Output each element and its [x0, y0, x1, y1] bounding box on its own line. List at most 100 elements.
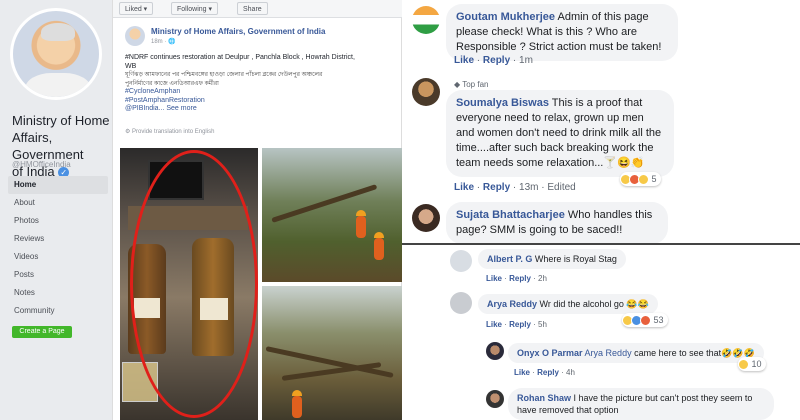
- reply-link[interactable]: Reply: [509, 274, 531, 283]
- liked-button[interactable]: Liked ▾: [119, 2, 154, 15]
- comment-author[interactable]: Soumalya Biswas: [456, 97, 549, 109]
- commenter-avatar[interactable]: [450, 292, 472, 314]
- comment-time[interactable]: 4h: [566, 368, 575, 377]
- comment-author[interactable]: Arya Reddy: [487, 299, 537, 309]
- post-timestamp[interactable]: 18m · 🌐: [151, 38, 175, 45]
- page-action-bar: Liked ▾ Following ▾ Share: [113, 0, 403, 18]
- photo-worker: [374, 238, 384, 260]
- page-title-line2: Affairs, Government: [12, 130, 84, 162]
- top-fan-badge: ◆ Top fan: [454, 80, 489, 89]
- comment-soumalya: Soumalya Biswas This is a proof that eve…: [446, 90, 674, 177]
- reply-link[interactable]: Reply: [483, 182, 510, 193]
- comment-time[interactable]: 1m: [519, 55, 533, 66]
- post-photo-top-right[interactable]: [262, 148, 402, 282]
- comment-text: Where is Royal Stag: [534, 254, 617, 264]
- photo-worker: [356, 216, 366, 238]
- reaction-summary[interactable]: 10: [738, 357, 766, 371]
- red-highlight-circle: [130, 150, 258, 418]
- post-author-avatar[interactable]: [125, 26, 145, 46]
- nav-item-community[interactable]: Community: [8, 302, 108, 320]
- comment-author[interactable]: Onyx O Parmar: [517, 348, 583, 358]
- post-bengali-line2: পুনর্নির্মাণের কাজে এনডিআরএফ কর্মীরা: [125, 80, 219, 87]
- commenter-avatar[interactable]: [412, 6, 440, 34]
- post-body: #NDRF continues restoration at Deulpur ,…: [125, 54, 395, 114]
- translate-label: Provide translation into English: [132, 129, 215, 135]
- comment-actions: Like · Reply · 1m: [454, 55, 533, 66]
- page-profile-picture[interactable]: [10, 8, 102, 100]
- reply-link[interactable]: Reply: [537, 368, 559, 377]
- comment-onyx: Onyx O Parmar Arya Reddy came here to se…: [508, 343, 764, 363]
- avatar-body: [25, 73, 91, 97]
- haha-reaction-icon: [638, 174, 649, 186]
- hashtag-cyclone[interactable]: #CycloneAmphan: [125, 88, 395, 97]
- nav-item-about[interactable]: About: [8, 194, 108, 212]
- nav-item-photos[interactable]: Photos: [8, 212, 108, 230]
- post-author-name[interactable]: Ministry of Home Affairs, Government of …: [151, 27, 325, 36]
- comment-text: Wr did the alcohol go 😂😂: [539, 299, 649, 309]
- like-link[interactable]: Like: [454, 182, 474, 193]
- nav-item-notes[interactable]: Notes: [8, 284, 108, 302]
- page-handle: @HMOfficeIndia: [12, 160, 71, 169]
- like-link[interactable]: Like: [514, 368, 530, 377]
- commenter-avatar[interactable]: [412, 78, 440, 106]
- like-link[interactable]: Like: [486, 274, 502, 283]
- comment-mention[interactable]: Arya Reddy: [585, 348, 632, 358]
- commenter-avatar[interactable]: [486, 342, 504, 360]
- comment-time[interactable]: 5h: [538, 320, 547, 329]
- photo-worker: [292, 396, 302, 418]
- page-title-line1: Ministry of Home: [12, 113, 110, 128]
- reply-link[interactable]: Reply: [509, 320, 531, 329]
- create-page-button[interactable]: Create a Page: [12, 326, 72, 338]
- comment-author[interactable]: Goutam Mukherjee: [456, 11, 555, 23]
- comment-goutam: Goutam Mukherjee Admin of this page plea…: [446, 4, 678, 61]
- post-photo-bottom-right[interactable]: [262, 286, 402, 420]
- reaction-count: 10: [751, 359, 762, 369]
- comment-time[interactable]: 13m: [519, 182, 538, 193]
- comment-albert: Albert P. G Where is Royal Stag: [478, 249, 626, 269]
- comment-time[interactable]: 2h: [538, 274, 547, 283]
- like-link[interactable]: Like: [454, 55, 474, 66]
- comment-sujata: Sujata Bhattacharjee Who handles this pa…: [446, 202, 668, 244]
- comment-text: came here to see that🤣🤣🤣: [634, 348, 755, 358]
- commenter-avatar[interactable]: [412, 204, 440, 232]
- nav-item-videos[interactable]: Videos: [8, 248, 108, 266]
- nav-item-posts[interactable]: Posts: [8, 266, 108, 284]
- comment-actions: Like · Reply · 5h: [486, 320, 547, 329]
- like-link[interactable]: Like: [486, 320, 502, 329]
- angry-reaction-icon: [640, 315, 651, 327]
- reaction-summary[interactable]: 5: [620, 172, 661, 186]
- top-fan-label: Top fan: [462, 80, 489, 89]
- post-text-line2: WB: [125, 62, 137, 70]
- page-nav: Home About Photos Reviews Videos Posts N…: [8, 176, 108, 320]
- hashtag-restoration[interactable]: #PostAmphanRestoration: [125, 97, 395, 106]
- share-button[interactable]: Share: [237, 2, 268, 15]
- comment-author[interactable]: Rohan Shaw: [517, 393, 571, 403]
- screenshot-root: Ministry of Home Affairs, Government of …: [0, 0, 800, 420]
- comment-arya: Arya Reddy Wr did the alcohol go 😂😂: [478, 294, 658, 314]
- comment-actions: Like · Reply · 2h: [486, 274, 547, 283]
- comment-author[interactable]: Sujata Bhattacharjee: [456, 209, 565, 221]
- post-text-line1: #NDRF continues restoration at Deulpur ,…: [125, 54, 355, 61]
- reaction-summary[interactable]: 53: [622, 313, 668, 327]
- comment-actions: Like · Reply · 13m · Edited: [454, 182, 576, 193]
- reply-link[interactable]: Reply: [483, 55, 510, 66]
- following-button[interactable]: Following ▾: [171, 2, 219, 15]
- comment-rohan: Rohan Shaw I have the picture but can't …: [508, 388, 774, 420]
- screenshot-divider: [402, 243, 800, 245]
- page-title[interactable]: Ministry of Home Affairs, Government of …: [12, 112, 112, 180]
- nav-item-reviews[interactable]: Reviews: [8, 230, 108, 248]
- comment-author[interactable]: Albert P. G: [487, 254, 532, 264]
- haha-reaction-icon: [738, 359, 749, 371]
- commenter-avatar[interactable]: [486, 390, 504, 408]
- see-more-link[interactable]: See more: [166, 105, 196, 112]
- nav-item-home[interactable]: Home: [8, 176, 108, 194]
- mention-pibindia[interactable]: @PIBIndia...: [125, 105, 164, 112]
- comment-actions: Like · Reply · 4h: [514, 368, 575, 377]
- translate-link[interactable]: ⚙ Provide translation into English: [125, 128, 214, 135]
- commenter-avatar[interactable]: [450, 250, 472, 272]
- reaction-count: 5: [651, 174, 657, 184]
- reaction-count: 53: [653, 315, 664, 325]
- page-sidebar: Ministry of Home Affairs, Government of …: [0, 0, 112, 420]
- avatar-hair: [41, 23, 75, 41]
- post-bengali-line1: ঘূর্ণিঝড় আমফানের পর পশ্চিমবঙ্গের হাওড়া…: [125, 72, 323, 78]
